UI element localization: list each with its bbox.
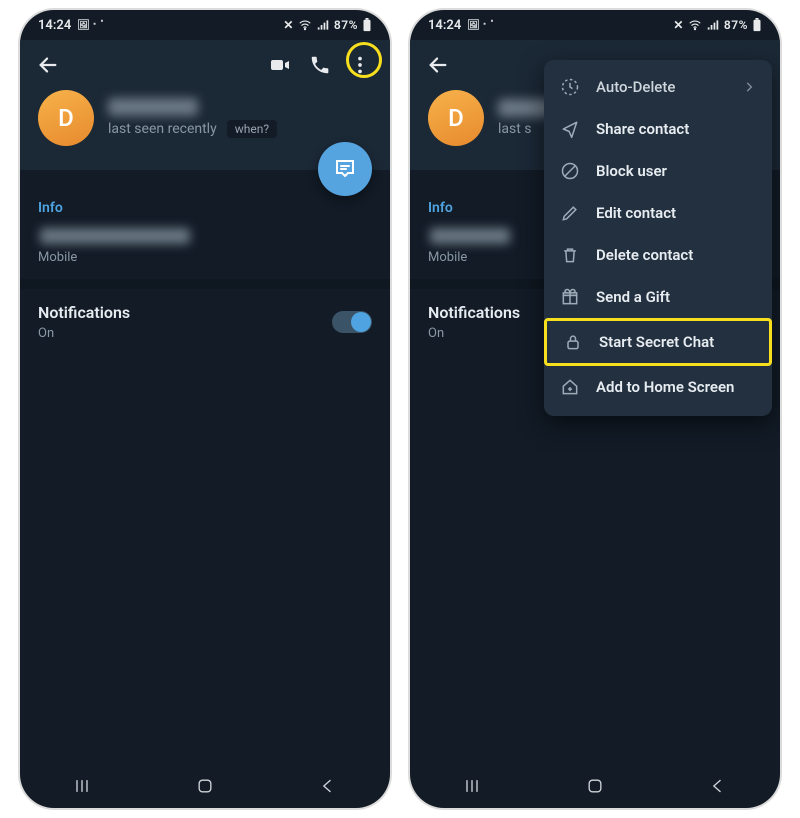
mute-icon: ✕ — [283, 18, 294, 32]
last-seen-text: last s — [498, 121, 532, 137]
battery-text: 87% — [724, 18, 748, 32]
notifications-state: On — [38, 326, 130, 341]
home-plus-icon — [560, 377, 580, 397]
phone-screenshot-left: 14:24 🖼 ⠂⠁ ✕ 87% — [20, 10, 390, 808]
section-divider — [20, 279, 390, 289]
back-nav-button[interactable] — [705, 773, 731, 799]
back-button[interactable] — [420, 47, 456, 83]
avatar-letter: D — [448, 104, 464, 132]
menu-label: Edit contact — [596, 204, 676, 222]
last-seen-text: last seen recently — [108, 121, 217, 137]
notifications-toggle[interactable] — [332, 311, 372, 333]
menu-send-gift[interactable]: Send a Gift — [544, 276, 772, 318]
video-call-button[interactable] — [260, 45, 300, 85]
when-badge[interactable]: when? — [227, 120, 277, 138]
lock-icon — [563, 332, 583, 352]
notifications-label: Notifications — [38, 303, 130, 322]
options-menu: Auto-Delete Share contact Block user Edi… — [544, 60, 772, 416]
phone-number-redacted[interactable] — [430, 228, 510, 244]
share-icon — [560, 119, 580, 139]
recents-button[interactable] — [69, 773, 95, 799]
home-button[interactable] — [192, 773, 218, 799]
gift-icon — [560, 287, 580, 307]
phone-number-redacted[interactable] — [40, 228, 190, 244]
status-time: 14:24 — [428, 18, 461, 33]
status-image-icon: 🖼 ⠂⠁ — [467, 20, 497, 31]
pencil-icon — [560, 203, 580, 223]
status-time: 14:24 — [38, 18, 71, 33]
system-nav-bar — [20, 764, 390, 808]
recents-button[interactable] — [459, 773, 485, 799]
status-image-icon: 🖼 ⠂⠁ — [77, 20, 107, 31]
back-button[interactable] — [30, 47, 66, 83]
menu-label: Delete contact — [596, 246, 693, 264]
menu-auto-delete[interactable]: Auto-Delete — [544, 66, 772, 108]
voice-call-button[interactable] — [300, 45, 340, 85]
battery-icon — [752, 18, 762, 32]
message-fab[interactable] — [318, 142, 372, 196]
notifications-state: On — [428, 326, 520, 341]
trash-icon — [560, 245, 580, 265]
phone-type: Mobile — [38, 250, 372, 265]
phone-screenshot-right: 14:24 🖼 ⠂⠁ ✕ 87% D — [410, 10, 780, 808]
home-button[interactable] — [582, 773, 608, 799]
menu-label: Auto-Delete — [596, 78, 675, 96]
contact-name-redacted — [108, 98, 198, 116]
signal-icon — [316, 18, 330, 32]
menu-add-home-screen[interactable]: Add to Home Screen — [544, 366, 772, 408]
notifications-label: Notifications — [428, 303, 520, 322]
wifi-icon — [298, 18, 312, 32]
menu-label: Send a Gift — [596, 288, 670, 306]
chevron-right-icon — [742, 80, 756, 94]
status-bar: 14:24 🖼 ⠂⠁ ✕ 87% — [20, 10, 390, 40]
wifi-icon — [688, 18, 702, 32]
block-icon — [560, 161, 580, 181]
menu-label: Start Secret Chat — [599, 333, 714, 351]
menu-edit-contact[interactable]: Edit contact — [544, 192, 772, 234]
menu-label: Block user — [596, 162, 667, 180]
menu-start-secret-chat[interactable]: Start Secret Chat — [544, 318, 772, 366]
battery-icon — [362, 18, 372, 32]
signal-icon — [706, 18, 720, 32]
info-title: Info — [38, 200, 372, 216]
profile-header: D last seen recently when? — [20, 90, 390, 170]
menu-share-contact[interactable]: Share contact — [544, 108, 772, 150]
header-toolbar — [20, 40, 390, 90]
more-options-button[interactable] — [340, 45, 380, 85]
timer-icon — [560, 77, 580, 97]
system-nav-bar — [410, 764, 780, 808]
avatar[interactable]: D — [38, 90, 94, 146]
battery-text: 87% — [334, 18, 358, 32]
notifications-row[interactable]: Notifications On — [20, 289, 390, 357]
menu-label: Share contact — [596, 120, 689, 138]
back-nav-button[interactable] — [315, 773, 341, 799]
avatar[interactable]: D — [428, 90, 484, 146]
status-bar: 14:24 🖼 ⠂⠁ ✕ 87% — [410, 10, 780, 40]
menu-delete-contact[interactable]: Delete contact — [544, 234, 772, 276]
menu-block-user[interactable]: Block user — [544, 150, 772, 192]
avatar-letter: D — [58, 104, 74, 132]
menu-label: Add to Home Screen — [596, 378, 734, 396]
mute-icon: ✕ — [673, 18, 684, 32]
